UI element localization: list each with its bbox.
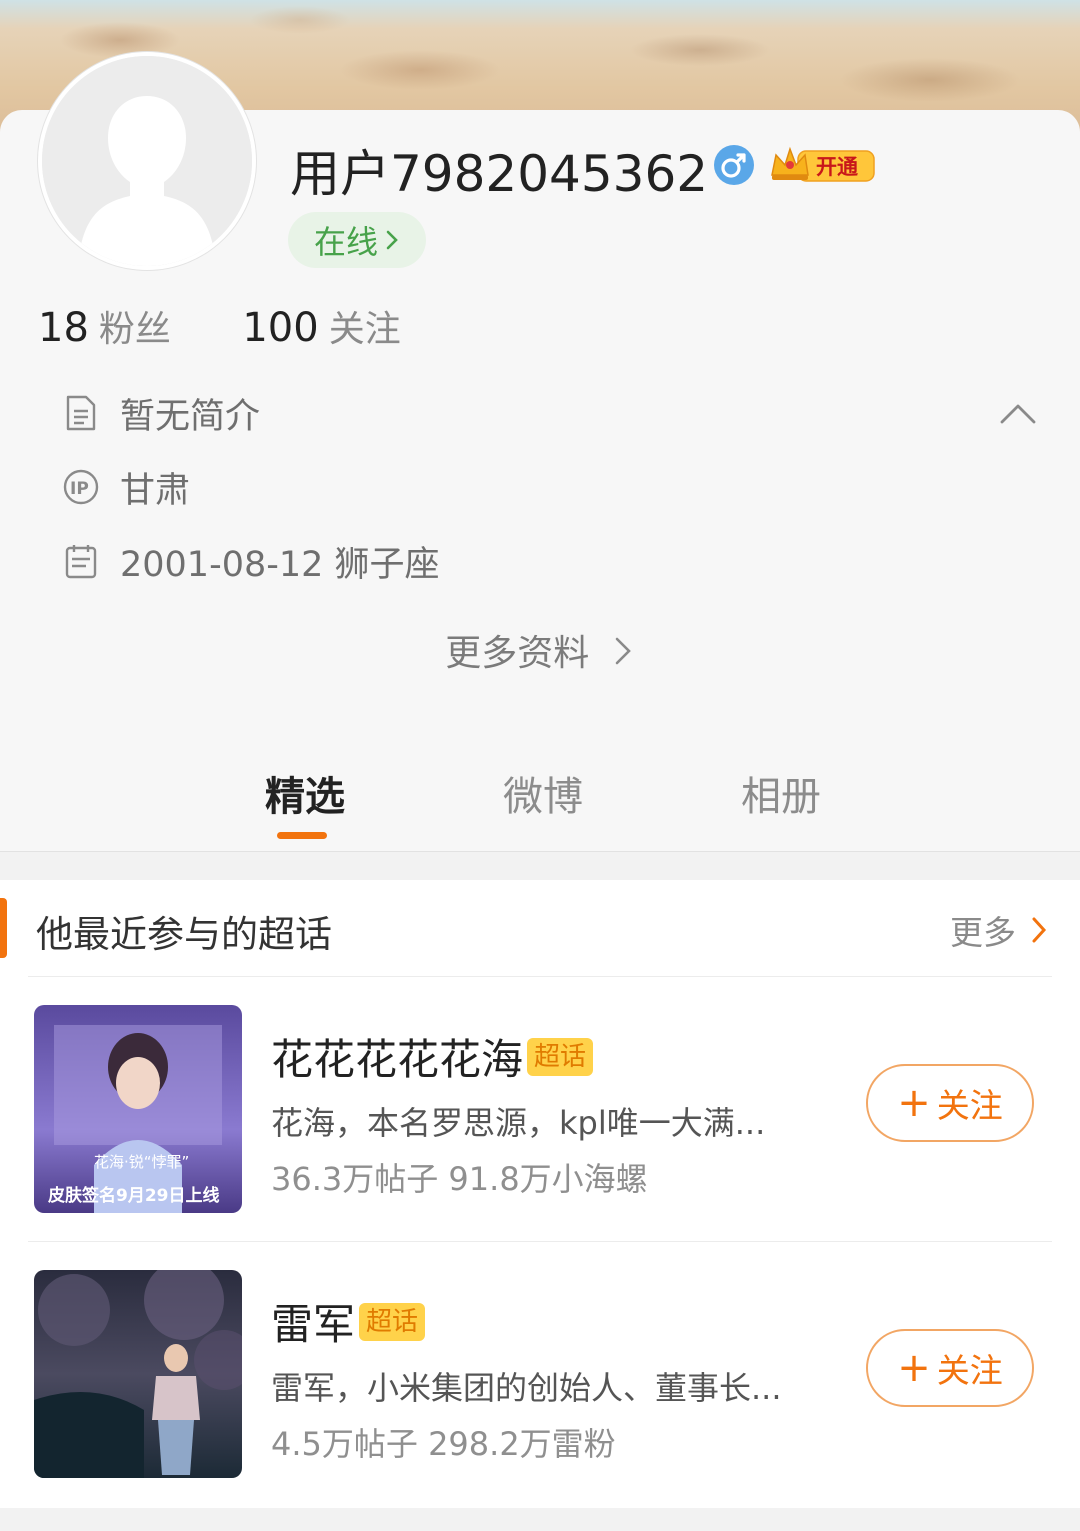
supertopic-cover-image: 花海·锐“悖罪” 皮肤签名9月29日上线 (34, 1005, 242, 1213)
supertopic-tag: 超话 (527, 1037, 594, 1076)
document-icon (66, 395, 96, 431)
plus-icon: + (897, 1080, 931, 1126)
section-more-label: 更多 (950, 913, 1016, 952)
more-info-label: 更多资料 (445, 633, 590, 674)
chevron-right-icon (615, 637, 631, 665)
chevron-right-icon (386, 230, 398, 250)
topic-thumbnail[interactable] (34, 1270, 242, 1478)
topic-name-text: 雷军 (271, 1300, 356, 1349)
topic-name[interactable]: 花花花花花海 超话 (271, 1026, 594, 1087)
default-avatar-icon (42, 56, 252, 266)
section-accent-bar (0, 898, 7, 958)
supertopic-tag: 超话 (359, 1302, 426, 1341)
tab-featured[interactable]: 精选 (265, 764, 345, 822)
svg-text:IP: IP (70, 479, 89, 499)
topic-description: 花海，本名罗思源，kpl唯一大满... (271, 1104, 766, 1142)
topic-stats: 36.3万帖子 91.8万小海螺 (271, 1160, 648, 1198)
cover-caption: 花海·锐“悖罪” (94, 1153, 189, 1171)
followers-count: 18 (38, 305, 89, 351)
follow-button[interactable]: + 关注 (866, 1329, 1034, 1407)
topic-stats: 4.5万帖子 298.2万雷粉 (271, 1425, 616, 1463)
active-tab-indicator (277, 832, 327, 839)
following-count: 100 (242, 305, 319, 351)
more-info-link[interactable]: 更多资料 (0, 624, 1080, 676)
birthday-row: 2001-08-12 狮子座 (62, 537, 440, 585)
avatar[interactable] (38, 52, 256, 270)
male-icon (714, 145, 754, 185)
online-status-pill[interactable]: 在线 (288, 212, 426, 268)
following-label: 关注 (328, 309, 401, 350)
chevron-right-icon (1032, 917, 1047, 943)
ip-location-row: IP 甘肃 (62, 463, 190, 511)
vip-open-badge[interactable]: 开通 (768, 145, 876, 185)
crown-icon: 开通 (771, 146, 875, 182)
online-label: 在线 (313, 223, 378, 261)
topic-thumbnail[interactable]: 花海·锐“悖罪” 皮肤签名9月29日上线 (34, 1005, 242, 1213)
section-more-link[interactable]: 更多 (950, 906, 1048, 954)
supertopic-cover-image (34, 1270, 242, 1478)
follow-stats: 18 粉丝 100 关注 (38, 300, 401, 352)
ip-icon: IP (63, 469, 99, 505)
topic-name[interactable]: 雷军 超话 (271, 1291, 426, 1352)
supertopics-section: 他最近参与的超话 更多 花海·锐“悖罪” 皮肤签名9月29日上线 花花花花花海 … (0, 880, 1080, 1508)
follow-button[interactable]: + 关注 (866, 1064, 1034, 1142)
follow-label: 关注 (936, 1351, 1003, 1390)
topic-description: 雷军，小米集团的创始人、董事长... (271, 1369, 782, 1407)
section-divider (28, 976, 1052, 977)
topic-name-text: 花花花花花海 (271, 1035, 524, 1084)
follow-label: 关注 (936, 1086, 1003, 1125)
bio-row: 暂无简介 (62, 389, 260, 437)
section-title: 他最近参与的超话 (36, 913, 332, 956)
following-stat[interactable]: 100 关注 (242, 305, 400, 351)
chevron-up-icon[interactable] (998, 400, 1038, 428)
ip-location-text: 甘肃 (120, 470, 191, 511)
birthday-text: 2001-08-12 狮子座 (120, 544, 440, 585)
bio-text: 暂无简介 (120, 396, 261, 437)
profile-tabs: 精选 微博 相册 (0, 752, 1080, 852)
vip-badge-label: 开通 (816, 155, 858, 179)
tab-weibo[interactable]: 微博 (503, 764, 583, 822)
item-divider (28, 1241, 1052, 1242)
cover-caption: 皮肤签名9月29日上线 (48, 1185, 220, 1206)
followers-label: 粉丝 (98, 309, 171, 350)
calendar-icon (65, 545, 97, 579)
followers-stat[interactable]: 18 粉丝 (38, 305, 171, 351)
tab-album[interactable]: 相册 (741, 764, 821, 822)
username: 用户7982045362 (290, 145, 709, 203)
plus-icon: + (897, 1345, 931, 1391)
